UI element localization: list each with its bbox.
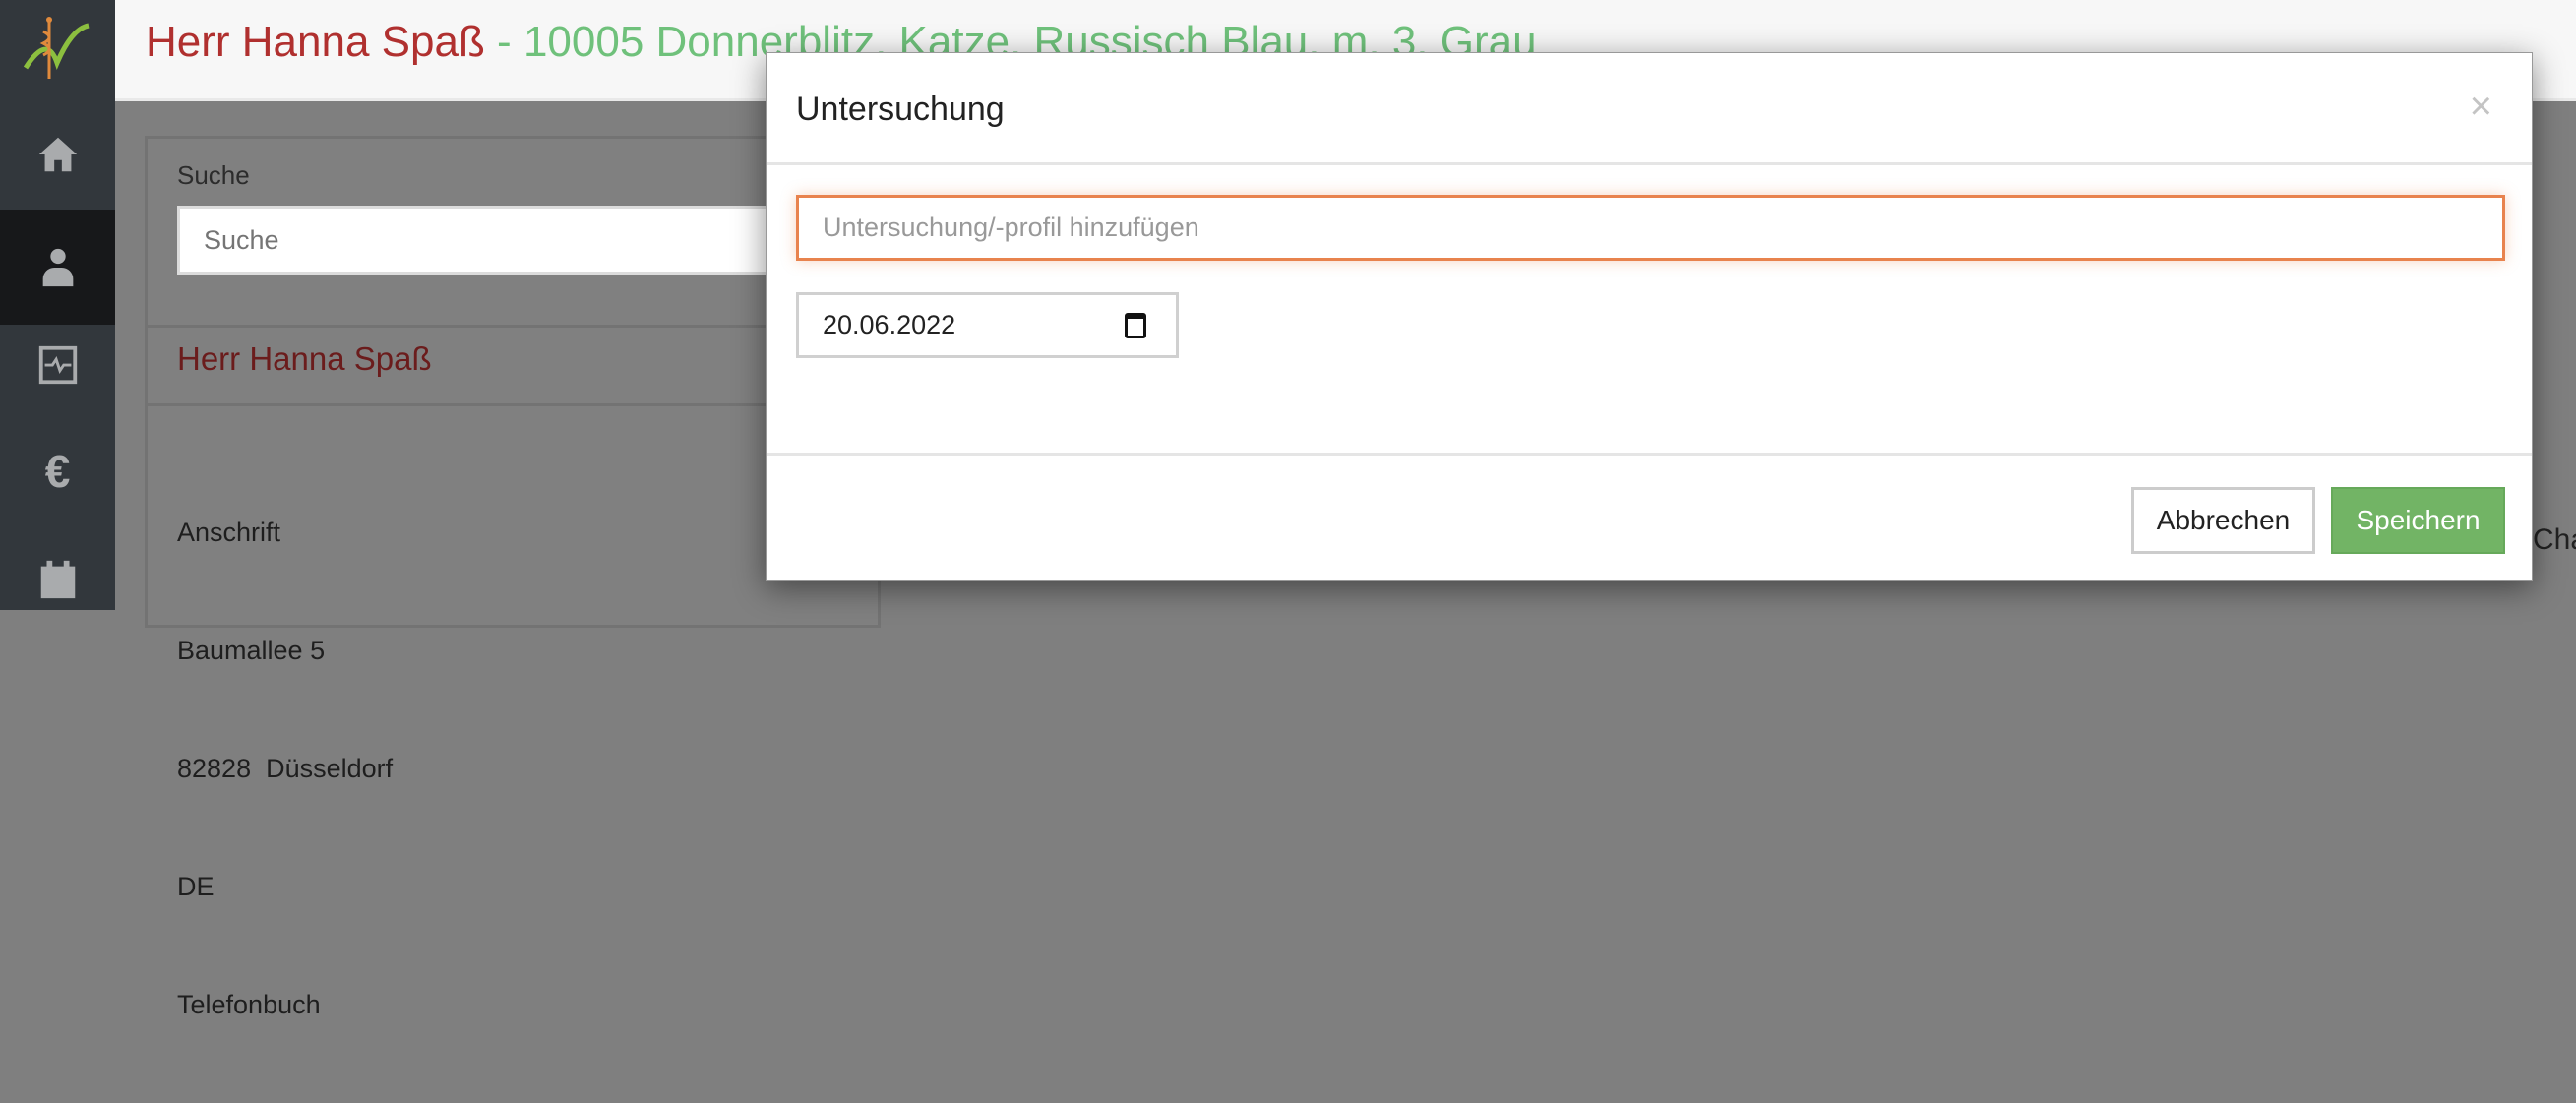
sidebar-item-home[interactable] <box>0 96 115 212</box>
date-input[interactable]: 20.06.2022 <box>796 292 1179 358</box>
patient-owner-name[interactable]: Herr Hanna Spaß <box>177 340 432 378</box>
owner-name: Herr Hanna Spaß <box>146 18 485 66</box>
doctor-icon <box>42 248 73 286</box>
modal-title: Untersuchung <box>796 91 1005 128</box>
divider <box>767 453 2532 456</box>
close-icon[interactable]: × <box>2470 85 2492 129</box>
euro-icon: € <box>44 445 71 497</box>
exam-modal: Untersuchung × 20.06.2022 Abbrechen Spei… <box>766 52 2533 581</box>
address-label: Anschrift <box>177 518 281 547</box>
sidebar-item-calendar[interactable] <box>0 521 115 637</box>
title-separator: - <box>484 18 523 66</box>
address-country: DE <box>177 872 215 901</box>
cancel-button[interactable]: Abbrechen <box>2131 487 2315 554</box>
phonebook-label: Telefonbuch <box>177 990 321 1019</box>
monitor-icon <box>38 345 77 384</box>
exam-input[interactable] <box>796 195 2505 261</box>
logo-icon <box>23 17 90 79</box>
divider <box>767 162 2532 165</box>
date-value: 20.06.2022 <box>823 310 956 339</box>
calendar-icon <box>40 560 75 598</box>
search-label: Suche <box>177 160 250 190</box>
sidebar-item-billing[interactable]: € <box>0 413 115 528</box>
partial-button-text: Cha <box>2533 523 2576 556</box>
address-city: 82828 Düsseldorf <box>177 754 394 783</box>
calendar-icon[interactable] <box>1125 313 1146 338</box>
sidebar: € <box>0 0 115 610</box>
home-icon <box>38 137 77 171</box>
address-block: Anschrift Baumallee 5 82828 Düsseldorf D… <box>177 434 393 1103</box>
sidebar-item-monitor[interactable] <box>0 307 115 422</box>
save-button[interactable]: Speichern <box>2331 487 2505 554</box>
address-street: Baumallee 5 <box>177 636 326 665</box>
